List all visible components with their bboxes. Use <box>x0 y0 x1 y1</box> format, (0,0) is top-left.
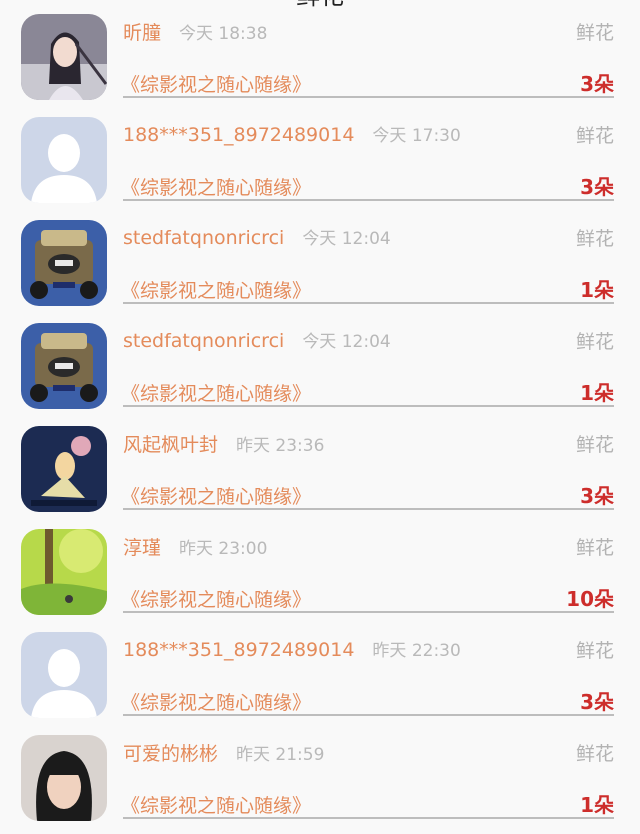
divider <box>123 199 614 201</box>
timestamp: 今天 12:04 <box>302 229 391 249</box>
divider <box>123 96 614 98</box>
gift-count: 3朵 <box>580 72 614 96</box>
book-title-link[interactable]: 《综影视之随心随缘》 <box>121 379 311 406</box>
gift-type: 鲜花 <box>575 125 614 147</box>
user-name: 188***351_8972489014 昨天 22:30 <box>123 639 461 661</box>
timestamp: 昨天 23:36 <box>236 436 325 456</box>
gift-type: 鲜花 <box>575 537 614 559</box>
divider <box>123 714 614 716</box>
gift-type: 鲜花 <box>575 22 614 44</box>
gift-type: 鲜花 <box>575 331 614 353</box>
list-item[interactable]: 昕朣 今天 18:38 鲜花 《综影视之随心随缘》 3朵 <box>0 10 640 113</box>
timestamp: 今天 18:38 <box>179 24 268 44</box>
gift-count: 3朵 <box>580 175 614 199</box>
user-name: 可爱的彬彬 昨天 21:59 <box>123 743 325 765</box>
gift-count: 3朵 <box>580 690 614 714</box>
gift-type: 鲜花 <box>575 640 614 662</box>
avatar[interactable] <box>21 14 107 100</box>
avatar[interactable] <box>21 323 107 409</box>
list-item[interactable]: 188***351_8972489014 今天 17:30 鲜花 《综影视之随心随… <box>0 113 640 216</box>
list-item[interactable]: stedfatqnonricrci 今天 12:04 鲜花 《综影视之随心随缘》 … <box>0 319 640 422</box>
default-avatar-icon[interactable] <box>21 117 107 203</box>
user-name: 风起枫叶封 昨天 23:36 <box>123 434 325 456</box>
list-item[interactable]: 188***351_8972489014 昨天 22:30 鲜花 《综影视之随心随… <box>0 628 640 731</box>
user-name: 188***351_8972489014 今天 17:30 <box>123 124 461 146</box>
book-title-link[interactable]: 《综影视之随心随缘》 <box>121 276 311 303</box>
gift-count: 10朵 <box>566 587 614 611</box>
user-name: 淳瑾 昨天 23:00 <box>123 537 268 559</box>
user-name: stedfatqnonricrci 今天 12:04 <box>123 330 391 352</box>
default-avatar-icon[interactable] <box>21 632 107 718</box>
avatar[interactable] <box>21 735 107 821</box>
user-name: stedfatqnonricrci 今天 12:04 <box>123 227 391 249</box>
divider <box>123 611 614 613</box>
user-name: 昕朣 今天 18:38 <box>123 22 268 44</box>
book-title-link[interactable]: 《综影视之随心随缘》 <box>121 791 311 818</box>
page-title-partial: 鲜花 <box>0 0 640 8</box>
divider <box>123 508 614 510</box>
book-title-link[interactable]: 《综影视之随心随缘》 <box>121 70 311 97</box>
divider <box>123 817 614 819</box>
divider <box>123 302 614 304</box>
list-item[interactable]: 淳瑾 昨天 23:00 鲜花 《综影视之随心随缘》 10朵 <box>0 525 640 628</box>
timestamp: 今天 12:04 <box>302 332 391 352</box>
timestamp: 昨天 21:59 <box>236 745 325 765</box>
gift-type: 鲜花 <box>575 228 614 250</box>
gift-record-list: 昕朣 今天 18:38 鲜花 《综影视之随心随缘》 3朵 188***351_89… <box>0 10 640 834</box>
divider <box>123 405 614 407</box>
gift-type: 鲜花 <box>575 434 614 456</box>
gift-count: 1朵 <box>580 381 614 405</box>
book-title-link[interactable]: 《综影视之随心随缘》 <box>121 585 311 612</box>
gift-count: 3朵 <box>580 484 614 508</box>
timestamp: 昨天 22:30 <box>372 641 461 661</box>
gift-count: 1朵 <box>580 278 614 302</box>
book-title-link[interactable]: 《综影视之随心随缘》 <box>121 482 311 509</box>
avatar[interactable] <box>21 426 107 512</box>
list-item[interactable]: 可爱的彬彬 昨天 21:59 鲜花 《综影视之随心随缘》 1朵 <box>0 731 640 834</box>
avatar[interactable] <box>21 220 107 306</box>
list-item[interactable]: 风起枫叶封 昨天 23:36 鲜花 《综影视之随心随缘》 3朵 <box>0 422 640 525</box>
timestamp: 今天 17:30 <box>372 126 461 146</box>
list-item[interactable]: stedfatqnonricrci 今天 12:04 鲜花 《综影视之随心随缘》 … <box>0 216 640 319</box>
gift-count: 1朵 <box>580 793 614 817</box>
avatar[interactable] <box>21 529 107 615</box>
timestamp: 昨天 23:00 <box>179 539 268 559</box>
book-title-link[interactable]: 《综影视之随心随缘》 <box>121 173 311 200</box>
gift-type: 鲜花 <box>575 743 614 765</box>
book-title-link[interactable]: 《综影视之随心随缘》 <box>121 688 311 715</box>
